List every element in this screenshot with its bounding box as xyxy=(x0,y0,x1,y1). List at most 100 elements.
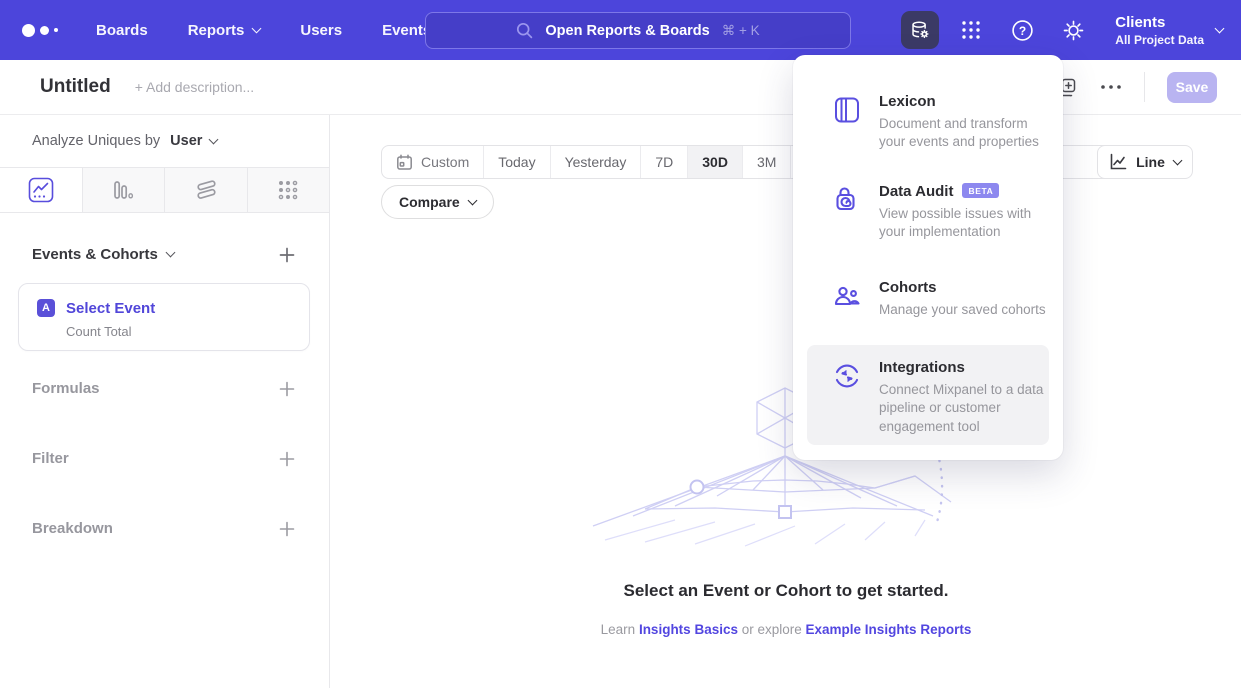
tab-metric-grid[interactable] xyxy=(247,168,330,212)
global-search-input[interactable]: Open Reports & Boards ⌘ + K xyxy=(425,12,851,49)
nav-item-users[interactable]: Users xyxy=(300,22,342,39)
menu-item-title: Lexicon xyxy=(879,93,936,110)
bar-chart-icon xyxy=(111,178,135,202)
top-navbar: Boards Reports Users Events Open Reports… xyxy=(0,0,1241,60)
plus-icon xyxy=(279,381,295,397)
mixpanel-logo[interactable] xyxy=(22,24,58,37)
menu-item-title: Cohorts xyxy=(879,279,937,296)
date-range-control: Custom Today Yesterday 7D 30D 3M 6M xyxy=(381,145,840,179)
formulas-label: Formulas xyxy=(32,380,100,397)
menu-item-lexicon[interactable]: Lexicon Document and transform your even… xyxy=(807,79,1049,166)
events-cohorts-section: Events & Cohorts xyxy=(32,246,295,263)
report-canvas: Custom Today Yesterday 7D 30D 3M 6M Line… xyxy=(331,115,1241,688)
report-description-placeholder[interactable]: + Add description... xyxy=(135,79,254,95)
menu-item-description: View possible issues with your implement… xyxy=(879,205,1057,242)
apps-grid-button[interactable] xyxy=(952,11,990,49)
date-range-30d[interactable]: 30D xyxy=(687,146,742,178)
project-switcher[interactable]: Clients All Project Data xyxy=(1115,14,1223,47)
subtext-middle: or explore xyxy=(738,622,806,637)
add-formula-button[interactable] xyxy=(279,381,295,397)
date-range-label: Custom xyxy=(421,154,469,170)
menu-item-data-audit[interactable]: Data AuditBETA View possible issues with… xyxy=(807,169,1049,256)
date-range-today[interactable]: Today xyxy=(483,146,549,178)
chart-style-label: Line xyxy=(1136,154,1165,170)
date-range-label: 30D xyxy=(702,154,728,170)
tab-line-chart[interactable] xyxy=(0,168,82,212)
logo-dot xyxy=(22,24,35,37)
select-event-button[interactable]: Select Event xyxy=(66,300,155,317)
analyze-entity-dropdown[interactable]: User xyxy=(170,133,217,149)
menu-item-integrations[interactable]: Integrations Connect Mixpanel to a data … xyxy=(807,345,1049,445)
chart-type-tabs xyxy=(0,167,329,213)
nav-item-events[interactable]: Events xyxy=(382,22,431,39)
nav-label: Boards xyxy=(96,22,148,39)
project-data-scope: All Project Data xyxy=(1115,33,1204,47)
gear-icon xyxy=(1062,19,1085,42)
tab-bar-chart[interactable] xyxy=(82,168,165,212)
data-audit-icon xyxy=(832,183,862,242)
date-range-custom[interactable]: Custom xyxy=(382,146,483,178)
empty-state-text: Select an Event or Cohort to get started… xyxy=(391,581,1181,637)
event-card[interactable]: A Select Event Count Total xyxy=(18,283,310,351)
search-icon xyxy=(516,22,533,39)
event-series-badge: A xyxy=(37,299,55,317)
integrations-sync-icon xyxy=(832,359,862,431)
help-icon: ? xyxy=(1011,19,1034,42)
date-range-7d[interactable]: 7D xyxy=(640,146,687,178)
navbar-actions: ? Clients All Project Data xyxy=(901,0,1223,60)
nav-label: Users xyxy=(300,22,342,39)
add-filter-button[interactable] xyxy=(279,451,295,467)
database-gear-icon xyxy=(909,19,931,41)
nav-item-boards[interactable]: Boards xyxy=(96,22,148,39)
compare-label: Compare xyxy=(399,194,460,210)
query-builder-sidebar: Analyze Uniques by User xyxy=(0,115,330,688)
report-title[interactable]: Untitled xyxy=(40,76,111,98)
more-options-button[interactable] xyxy=(1100,84,1122,90)
date-range-yesterday[interactable]: Yesterday xyxy=(550,146,641,178)
divider xyxy=(1144,72,1145,102)
help-button[interactable]: ? xyxy=(1003,11,1041,49)
stacked-flow-icon xyxy=(193,177,219,203)
save-button[interactable]: Save xyxy=(1167,72,1217,103)
filter-section: Filter xyxy=(32,450,295,467)
empty-state-subtext: Learn Insights Basics or explore Example… xyxy=(391,622,1181,637)
settings-button[interactable] xyxy=(1054,11,1092,49)
date-range-3m[interactable]: 3M xyxy=(742,146,790,178)
report-header-actions: Save xyxy=(1057,72,1217,103)
beta-badge: BETA xyxy=(962,183,999,198)
tab-stacked-chart[interactable] xyxy=(164,168,247,212)
chevron-down-icon xyxy=(165,248,175,258)
menu-item-description: Manage your saved cohorts xyxy=(879,301,1057,319)
formulas-section: Formulas xyxy=(32,380,295,397)
chart-style-dropdown[interactable]: Line xyxy=(1097,145,1193,179)
add-breakdown-button[interactable] xyxy=(279,521,295,537)
svg-text:?: ? xyxy=(1019,24,1026,38)
menu-item-description: Connect Mixpanel to a data pipeline or c… xyxy=(879,381,1057,436)
logo-dot xyxy=(54,28,58,32)
metric-grid-icon xyxy=(276,178,300,202)
events-cohorts-header[interactable]: Events & Cohorts xyxy=(32,246,174,263)
data-management-button[interactable] xyxy=(901,11,939,49)
date-range-label: Today xyxy=(498,154,535,170)
add-event-button[interactable] xyxy=(279,247,295,263)
chevron-down-icon xyxy=(1215,23,1225,33)
nav-item-reports[interactable]: Reports xyxy=(188,22,261,39)
date-range-label: 3M xyxy=(757,154,776,170)
date-range-label: Yesterday xyxy=(565,154,627,170)
plus-icon xyxy=(279,451,295,467)
menu-item-description: Document and transform your events and p… xyxy=(879,115,1057,152)
menu-item-cohorts[interactable]: Cohorts Manage your saved cohorts xyxy=(807,265,1049,333)
events-cohorts-label: Events & Cohorts xyxy=(32,246,158,263)
example-insights-reports-link[interactable]: Example Insights Reports xyxy=(806,622,972,637)
breakdown-label: Breakdown xyxy=(32,520,113,537)
line-chart-icon xyxy=(28,177,54,203)
search-placeholder: Open Reports & Boards xyxy=(545,23,709,39)
project-name: Clients xyxy=(1115,14,1204,31)
event-metric-label[interactable]: Count Total xyxy=(66,324,309,339)
analyze-entity-value: User xyxy=(170,133,202,149)
insights-basics-link[interactable]: Insights Basics xyxy=(639,622,738,637)
breakdown-section: Breakdown xyxy=(32,520,295,537)
compare-dropdown[interactable]: Compare xyxy=(381,185,494,219)
date-range-label: 7D xyxy=(655,154,673,170)
primary-nav: Boards Reports Users Events xyxy=(96,22,431,39)
